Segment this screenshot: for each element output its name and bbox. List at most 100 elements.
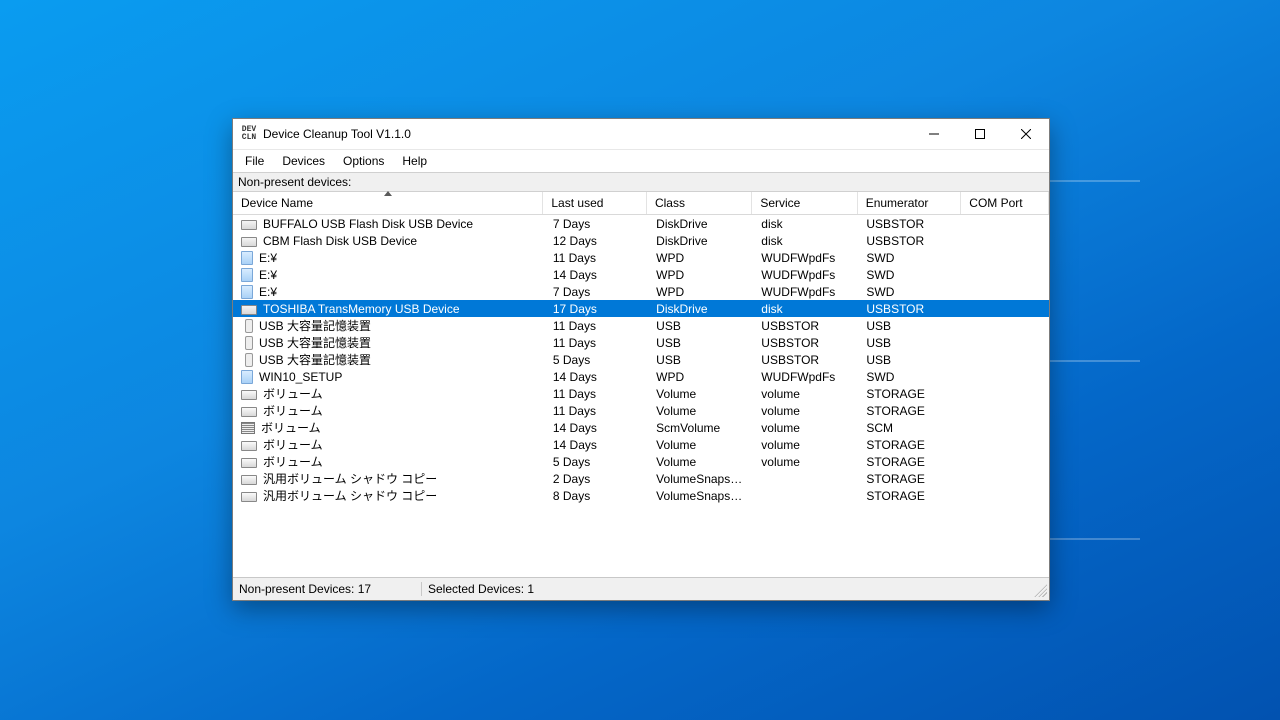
cell-class: Volume <box>648 404 753 418</box>
table-row[interactable]: USB 大容量記憶装置5 DaysUSBUSBSTORUSB <box>233 351 1049 368</box>
cell-device-name: BUFFALO USB Flash Disk USB Device <box>263 217 473 231</box>
table-row[interactable]: USB 大容量記憶装置11 DaysUSBUSBSTORUSB <box>233 334 1049 351</box>
cell-class: WPD <box>648 285 753 299</box>
cell-enumerator: USB <box>858 336 961 350</box>
cell-device-name: E:¥ <box>259 251 277 265</box>
cell-enumerator: SWD <box>858 370 961 384</box>
cell-service: volume <box>753 438 858 452</box>
cell-enumerator: STORAGE <box>858 472 961 486</box>
cell-last-used: 17 Days <box>545 302 648 316</box>
cell-class: ScmVolume <box>648 421 753 435</box>
cell-last-used: 14 Days <box>545 268 648 282</box>
cell-service: USBSTOR <box>753 353 858 367</box>
cell-enumerator: STORAGE <box>858 387 961 401</box>
close-button[interactable] <box>1003 119 1049 149</box>
cell-last-used: 11 Days <box>545 387 648 401</box>
cell-class: WPD <box>648 268 753 282</box>
vol-icon <box>241 492 257 502</box>
status-selected: Selected Devices: 1 <box>422 582 540 596</box>
menu-options[interactable]: Options <box>335 152 392 170</box>
table-row[interactable]: ボリューム11 DaysVolumevolumeSTORAGE <box>233 385 1049 402</box>
table-row[interactable]: ボリューム11 DaysVolumevolumeSTORAGE <box>233 402 1049 419</box>
cell-class: VolumeSnapshot <box>648 472 753 486</box>
vol-icon <box>241 390 257 400</box>
device-list[interactable]: BUFFALO USB Flash Disk USB Device7 DaysD… <box>233 215 1049 577</box>
disk-icon <box>241 237 257 247</box>
header-device-name[interactable]: Device Name <box>233 192 543 214</box>
window-title: Device Cleanup Tool V1.1.0 <box>263 127 911 141</box>
desktop-wallpaper: DEV CLN Device Cleanup Tool V1.1.0 File … <box>0 0 1280 720</box>
table-row[interactable]: 汎用ボリューム シャドウ コピー8 DaysVolumeSnapshotSTOR… <box>233 487 1049 504</box>
header-class[interactable]: Class <box>647 192 752 214</box>
table-row[interactable]: E:¥7 DaysWPDWUDFWpdFsSWD <box>233 283 1049 300</box>
wpd-icon <box>241 268 253 282</box>
vol-icon <box>241 458 257 468</box>
wpd-icon <box>241 285 253 299</box>
table-row[interactable]: USB 大容量記憶装置11 DaysUSBUSBSTORUSB <box>233 317 1049 334</box>
resize-grip-icon[interactable] <box>1031 581 1047 597</box>
cell-enumerator: USB <box>858 353 961 367</box>
cell-last-used: 11 Days <box>545 319 648 333</box>
menu-help[interactable]: Help <box>394 152 435 170</box>
cell-class: DiskDrive <box>648 234 753 248</box>
header-com-port[interactable]: COM Port <box>961 192 1049 214</box>
table-row[interactable]: ボリューム14 DaysScmVolumevolumeSCM <box>233 419 1049 436</box>
cell-last-used: 7 Days <box>545 217 648 231</box>
table-row[interactable]: E:¥11 DaysWPDWUDFWpdFsSWD <box>233 249 1049 266</box>
table-row[interactable]: E:¥14 DaysWPDWUDFWpdFsSWD <box>233 266 1049 283</box>
cell-enumerator: USBSTOR <box>858 302 961 316</box>
cell-device-name: USB 大容量記憶装置 <box>259 334 371 351</box>
table-row[interactable]: WIN10_SETUP14 DaysWPDWUDFWpdFsSWD <box>233 368 1049 385</box>
cell-enumerator: USBSTOR <box>858 234 961 248</box>
wpd-icon <box>241 251 253 265</box>
cell-service: USBSTOR <box>753 319 858 333</box>
cell-last-used: 14 Days <box>545 438 648 452</box>
menu-bar: File Devices Options Help <box>233 150 1049 172</box>
usb-icon <box>245 319 253 333</box>
cell-service: WUDFWpdFs <box>753 370 858 384</box>
usb-icon <box>245 353 253 367</box>
minimize-button[interactable] <box>911 119 957 149</box>
vol-icon <box>241 475 257 485</box>
wpd-icon <box>241 370 253 384</box>
cell-service: volume <box>753 455 858 469</box>
cell-last-used: 2 Days <box>545 472 648 486</box>
cell-class: Volume <box>648 387 753 401</box>
cell-class: USB <box>648 353 753 367</box>
maximize-button[interactable] <box>957 119 1003 149</box>
table-row[interactable]: 汎用ボリューム シャドウ コピー2 DaysVolumeSnapshotSTOR… <box>233 470 1049 487</box>
cell-class: USB <box>648 319 753 333</box>
header-service[interactable]: Service <box>752 192 857 214</box>
cell-last-used: 5 Days <box>545 353 648 367</box>
table-row[interactable]: ボリューム14 DaysVolumevolumeSTORAGE <box>233 436 1049 453</box>
cell-service: disk <box>753 302 858 316</box>
title-bar[interactable]: DEV CLN Device Cleanup Tool V1.1.0 <box>233 119 1049 150</box>
cell-last-used: 11 Days <box>545 336 648 350</box>
cell-device-name: USB 大容量記憶装置 <box>259 351 371 368</box>
cell-enumerator: SWD <box>858 268 961 282</box>
cell-enumerator: SWD <box>858 251 961 265</box>
cell-service: disk <box>753 217 858 231</box>
cell-service: disk <box>753 234 858 248</box>
cell-last-used: 14 Days <box>545 370 648 384</box>
cell-last-used: 7 Days <box>545 285 648 299</box>
table-row[interactable]: TOSHIBA TransMemory USB Device17 DaysDis… <box>233 300 1049 317</box>
table-row[interactable]: CBM Flash Disk USB Device12 DaysDiskDriv… <box>233 232 1049 249</box>
cell-service: volume <box>753 387 858 401</box>
status-bar: Non-present Devices: 17 Selected Devices… <box>233 577 1049 600</box>
menu-devices[interactable]: Devices <box>274 152 333 170</box>
table-row[interactable]: ボリューム5 DaysVolumevolumeSTORAGE <box>233 453 1049 470</box>
cell-device-name: ボリューム <box>263 453 323 470</box>
cell-service: WUDFWpdFs <box>753 268 858 282</box>
cell-last-used: 14 Days <box>545 421 648 435</box>
header-last-used[interactable]: Last used <box>543 192 647 214</box>
cell-enumerator: STORAGE <box>858 438 961 452</box>
vol-icon <box>241 407 257 417</box>
app-icon: DEV CLN <box>239 126 259 142</box>
table-row[interactable]: BUFFALO USB Flash Disk USB Device7 DaysD… <box>233 215 1049 232</box>
cell-enumerator: STORAGE <box>858 489 961 503</box>
cell-last-used: 5 Days <box>545 455 648 469</box>
cell-device-name: ボリューム <box>263 402 323 419</box>
header-enumerator[interactable]: Enumerator <box>858 192 962 214</box>
menu-file[interactable]: File <box>237 152 272 170</box>
